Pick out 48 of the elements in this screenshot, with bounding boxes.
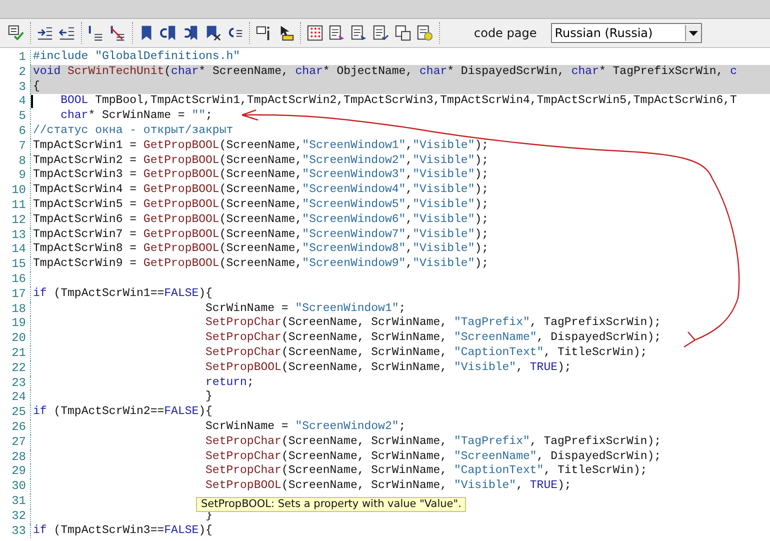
- bookmark-clear-icon[interactable]: [204, 24, 222, 42]
- line-number: 2: [0, 64, 30, 80]
- copy-icon[interactable]: [394, 24, 412, 42]
- code-line: return;: [206, 376, 254, 389]
- code-line: SetPropChar(ScreenName, ScrWinName, "ScreenName", DispayedScrWin);: [206, 450, 662, 463]
- code-line: SetPropChar(ScreenName, ScrWinName, "CaptionText", TitleScrWin);: [206, 464, 648, 478]
- document-arrow-icon[interactable]: [350, 24, 368, 42]
- code-line: TmpActScrWin3 = GetPropBOOL(ScreenName,"ScreenWindow3","Visible");: [33, 168, 489, 182]
- line-number: 3: [0, 80, 30, 94]
- dropdown-arrow-icon: [688, 30, 698, 36]
- document-edit-icon[interactable]: [328, 24, 346, 42]
- code-line: ScrWinName = "ScreenWindow2";: [206, 420, 406, 433]
- grid-icon[interactable]: [306, 24, 324, 42]
- code-line: BOOL TmpBool,TmpActScrWin1,TmpActScrWin2,TmpActScrWin3,TmpActScrWin4,TmpActScrWin5,TmpActScrWin6,T: [60, 94, 737, 108]
- code-line: TmpActScrWin5 = GetPropBOOL(ScreenName,"ScreenWindow5","Visible");: [33, 198, 489, 211]
- document-check-icon[interactable]: [372, 24, 390, 42]
- list-remove-icon[interactable]: [109, 24, 127, 42]
- code-page-dropdown[interactable]: Russian (Russia): [550, 23, 702, 43]
- code-line: SetPropBOOL(ScreenName, ScrWinName, "Visible", TRUE);: [206, 360, 572, 374]
- code-line: TmpActScrWin4 = GetPropBOOL(ScreenName,"ScreenWindow4","Visible");: [33, 183, 489, 196]
- check-list-icon[interactable]: [7, 24, 25, 42]
- code-line: }: [206, 390, 212, 404]
- code-line: if (TmpActScrWin2==FALSE){: [33, 405, 212, 418]
- bookmark-next-icon[interactable]: [182, 24, 200, 42]
- tooltip: SetPropBOOL: Sets a property with value "Value".: [196, 497, 466, 512]
- list-icon[interactable]: [87, 24, 105, 42]
- code-page-label: code page: [474, 26, 537, 40]
- code-line: #include "GlobalDefinitions.h": [33, 50, 240, 63]
- code-line: void ScrWinTechUnit(char* ScreenName, char* ObjectName, char* DispayedScrWin, char* TagPrefixScrWin, c: [33, 64, 737, 78]
- code-line: SetPropChar(ScreenName, ScrWinName, "CaptionText", TitleScrWin);: [206, 346, 648, 359]
- code-line: {: [33, 80, 40, 93]
- code-line: TmpActScrWin9 = GetPropBOOL(ScreenName,"ScreenWindow9","Visible");: [33, 257, 489, 270]
- code-line: TmpActScrWin7 = GetPropBOOL(ScreenName,"ScreenWindow7","Visible");: [33, 228, 489, 241]
- code-line: TmpActScrWin2 = GetPropBOOL(ScreenName,"ScreenWindow2","Visible");: [33, 154, 489, 167]
- code-line: SetPropBOOL(ScreenName, ScrWinName, "Visible", TRUE);: [206, 479, 572, 492]
- code-line: TmpActScrWin8 = GetPropBOOL(ScreenName,"ScreenWindow8","Visible");: [33, 242, 489, 256]
- code-line: ScrWinName = "ScreenWindow1";: [206, 302, 406, 315]
- code-line: if (TmpActScrWin1==FALSE){: [33, 286, 212, 300]
- bookmark-previous-icon[interactable]: [160, 24, 178, 42]
- code-line: TmpActScrWin1 = GetPropBOOL(ScreenName,"ScreenWindow1","Visible");: [33, 138, 489, 152]
- code-line: SetPropChar(ScreenName, ScrWinName, "ScreenName", DispayedScrWin);: [206, 331, 662, 344]
- code-line: char* ScrWinName = "";: [60, 109, 212, 122]
- code-line: TmpActScrWin6 = GetPropBOOL(ScreenName,"ScreenWindow6","Visible");: [33, 212, 489, 226]
- code-line: if (TmpActScrWin3==FALSE){: [33, 524, 212, 536]
- code-line: SetPropChar(ScreenName, ScrWinName, "TagPrefix", TagPrefixScrWin);: [206, 434, 662, 448]
- code-line: SetPropChar(ScreenName, ScrWinName, "TagPrefix", TagPrefixScrWin);: [206, 316, 662, 330]
- document-tag-icon[interactable]: [416, 24, 434, 42]
- code-line: //статус окна - открыт/закрыт: [33, 124, 234, 137]
